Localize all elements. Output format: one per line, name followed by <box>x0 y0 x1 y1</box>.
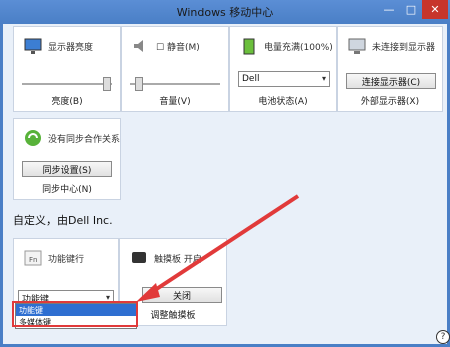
minimize-button[interactable]: — <box>378 0 400 19</box>
sync-icon <box>24 129 42 147</box>
brightness-slider-thumb[interactable] <box>103 77 111 91</box>
sync-settings-button[interactable]: 同步设置(S) <box>22 161 112 177</box>
battery-heading: 电量充满(100%) <box>264 42 333 53</box>
volume-tile: ☐ 静音(M) 音量(V) <box>121 26 229 112</box>
brightness-tile: 显示器亮度 亮度(B) <box>13 26 121 112</box>
sync-label: 同步中心(N) <box>42 185 92 195</box>
battery-tile: 电量充满(100%) Dell ▾ 电池状态(A) <box>229 26 337 112</box>
external-display-tile: 未连接到显示器 连接显示器(C) 外部显示器(X) <box>337 26 443 112</box>
volume-label: 音量(V) <box>159 97 191 107</box>
annotation-highlight-box <box>12 301 138 327</box>
sync-center-tile: 没有同步合作关系 同步设置(S) 同步中心(N) <box>13 118 121 200</box>
mute-checkbox[interactable]: ☐ 静音(M) <box>156 40 200 53</box>
title-bar: Windows 移动中心 — □ ✕ <box>0 0 450 24</box>
touchpad-heading: 触摸板 开启 <box>154 254 202 265</box>
maximize-button[interactable]: □ <box>400 0 422 19</box>
svg-text:Fn: Fn <box>29 256 37 264</box>
custom-section-heading: 自定义，由Dell Inc. <box>13 214 113 227</box>
help-icon[interactable]: ? <box>436 330 450 344</box>
volume-slider[interactable] <box>130 77 220 91</box>
mute-label: 静音(M) <box>166 42 200 53</box>
display-icon <box>24 37 42 55</box>
monitor-icon <box>348 37 366 55</box>
fn-heading: 功能键行 <box>48 254 85 265</box>
brightness-heading: 显示器亮度 <box>48 42 94 53</box>
close-button[interactable]: ✕ <box>422 0 448 19</box>
power-plan-value: Dell <box>242 74 260 84</box>
touchpad-off-button[interactable]: 关闭 <box>142 287 222 303</box>
battery-icon <box>240 37 258 55</box>
touchpad-icon <box>130 249 148 267</box>
battery-label: 电池状态(A) <box>258 97 308 107</box>
brightness-slider[interactable] <box>22 77 112 91</box>
mobility-center-panel: 显示器亮度 亮度(B) ☐ 静音(M) 音量(V) 电量充满(100%) Del… <box>3 24 447 344</box>
fn-key-icon: Fn <box>24 249 42 267</box>
brightness-label: 亮度(B) <box>51 97 83 107</box>
chevron-down-icon: ▾ <box>321 74 326 83</box>
power-plan-select[interactable]: Dell ▾ <box>238 71 330 87</box>
speaker-icon <box>132 37 150 55</box>
sync-heading: 没有同步合作关系 <box>48 134 121 145</box>
display-label: 外部显示器(X) <box>360 97 420 107</box>
connect-display-button[interactable]: 连接显示器(C) <box>346 73 436 89</box>
volume-slider-thumb[interactable] <box>134 77 143 91</box>
display-heading: 未连接到显示器 <box>372 42 436 53</box>
